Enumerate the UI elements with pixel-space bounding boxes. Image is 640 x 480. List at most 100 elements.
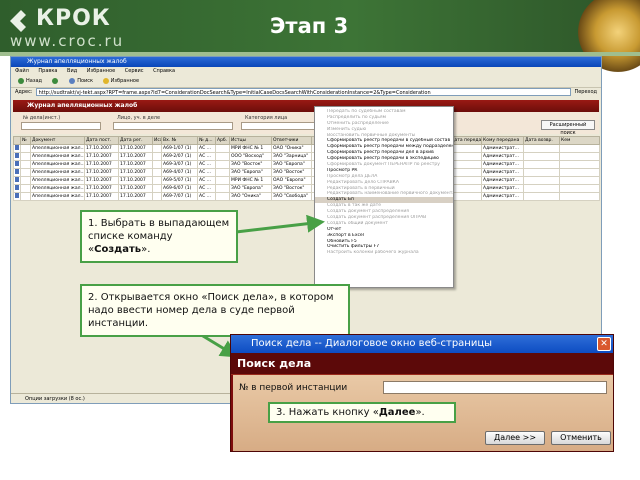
filter-case-input[interactable] <box>21 122 101 130</box>
table-cell <box>215 176 230 185</box>
row-doc-icon <box>13 192 21 201</box>
table-cell <box>20 160 31 169</box>
table-cell: Апелляционная жал... <box>30 184 85 193</box>
table-cell <box>523 192 560 201</box>
cancel-button[interactable]: Отменить <box>551 431 611 445</box>
menu-favorites[interactable]: Избранное <box>87 68 115 74</box>
column-header[interactable]: № д... <box>197 136 216 145</box>
table-cell: 17.10.2007 <box>84 192 119 201</box>
table-row[interactable]: Апелляционная жал... 17.10.2007 17.10.2007… <box>13 160 600 169</box>
row-doc-icon <box>13 184 21 193</box>
table-cell <box>152 184 162 193</box>
next-button[interactable]: Далее >> <box>485 431 545 445</box>
table-body: Апелляционная жал... 17.10.2007 17.10.2007… <box>13 144 600 201</box>
browser-titlebar: Журнал апелляционных жалоб <box>11 57 601 67</box>
search-case-dialog: Поиск дела -- Диалоговое окно веб-страни… <box>230 334 614 452</box>
table-cell: ОАО "Оника" <box>271 144 312 153</box>
table-cell: А69-3/07 (1) <box>161 160 198 169</box>
table-row[interactable]: Апелляционная жал... 17.10.2007 17.10.2007… <box>13 192 600 201</box>
column-header[interactable]: Дата пост. <box>84 136 119 145</box>
table-row[interactable]: Апелляционная жал... 17.10.2007 17.10.2007… <box>13 144 600 153</box>
table-cell: 17.10.2007 <box>84 144 119 153</box>
callout-3-bold: Далее <box>378 407 416 418</box>
table-cell: Администрат... <box>481 152 524 161</box>
filter-person-label: Лицо, уч. в деле <box>117 115 161 121</box>
table-cell: АС ... <box>197 160 216 169</box>
dialog-titlebar: Поиск дела -- Диалоговое окно веб-страни… <box>231 335 613 353</box>
table-cell: МРИ ФНС № 1 <box>229 144 272 153</box>
table-cell: Апелляционная жал... <box>30 168 85 177</box>
menu-edit[interactable]: Правка <box>38 68 57 74</box>
slide-title: Этап 3 <box>270 14 349 38</box>
table-cell <box>152 152 162 161</box>
table-row[interactable]: Апелляционная жал... 17.10.2007 17.10.2007… <box>13 152 600 161</box>
filter-category-label: Категория лица <box>245 115 288 121</box>
column-header[interactable] <box>13 136 21 145</box>
table-cell <box>449 184 482 193</box>
column-header[interactable]: Дата возвр. <box>523 136 560 145</box>
filter-category-input[interactable] <box>241 122 321 130</box>
first-instance-input[interactable] <box>383 381 607 394</box>
menu-view[interactable]: Вид <box>67 68 77 74</box>
column-header[interactable]: Дата рег. <box>118 136 153 145</box>
column-header[interactable]: Документ <box>30 136 85 145</box>
table-cell <box>20 152 31 161</box>
column-header[interactable]: № <box>20 136 31 145</box>
table-cell: А69-6/07 (1) <box>161 184 198 193</box>
column-header[interactable]: Дата передачи <box>449 136 482 145</box>
column-header[interactable]: Исх. <box>152 136 162 145</box>
column-header[interactable]: Арб. <box>215 136 230 145</box>
table-cell: А69-4/07 (1) <box>161 168 198 177</box>
back-button[interactable]: Назад <box>15 77 45 86</box>
table-cell <box>449 168 482 177</box>
menu-help[interactable]: Справка <box>153 68 175 74</box>
table-cell <box>523 176 560 185</box>
table-cell: ЗАО "Зарница" <box>271 152 312 161</box>
table-cell: АС ... <box>197 144 216 153</box>
column-header[interactable]: Вх. № <box>161 136 198 145</box>
table-row[interactable]: Апелляционная жал... 17.10.2007 17.10.2007… <box>13 168 600 177</box>
table-cell <box>20 168 31 177</box>
filter-panel: № дела(инст.) Лицо, уч. в деле Категория… <box>13 112 599 136</box>
table-row[interactable]: Апелляционная жал... 17.10.2007 17.10.2007… <box>13 176 600 185</box>
column-header[interactable]: Истцы <box>229 136 272 145</box>
close-icon[interactable]: ✕ <box>597 337 611 351</box>
table-cell: Апелляционная жал... <box>30 176 85 185</box>
address-input[interactable]: http://sudtrakt/vj-tekt.aspx?RPT=frame.a… <box>35 88 572 96</box>
table-cell: АС ... <box>197 152 216 161</box>
menu-file[interactable]: Файл <box>15 68 29 74</box>
table-row[interactable]: Апелляционная жал... 17.10.2007 17.10.2007… <box>13 184 600 193</box>
table-cell <box>215 192 230 201</box>
extended-search-button[interactable]: Расширенный поиск <box>541 120 595 136</box>
filter-person-input[interactable] <box>113 122 233 130</box>
table-cell <box>559 184 600 193</box>
go-button[interactable]: Переход <box>574 88 597 98</box>
table-cell <box>449 144 482 153</box>
context-menu-item: Настроить колонки рабочего журнала <box>327 250 419 256</box>
column-header[interactable]: Ответчики <box>271 136 312 145</box>
table-cell <box>559 160 600 169</box>
table-cell: Администрат... <box>481 184 524 193</box>
menu-tools[interactable]: Сервис <box>125 68 144 74</box>
table-header-row: № Документ Дата пост. Дата рег. Исх. Вх.… <box>13 136 600 145</box>
table-cell <box>20 192 31 201</box>
table-cell: 17.10.2007 <box>118 184 153 193</box>
table-cell: 17.10.2007 <box>84 176 119 185</box>
address-label: Адрес: <box>15 89 33 95</box>
slide-banner: КРОК www.croc.ru Этап 3 <box>0 0 640 72</box>
table-cell <box>559 192 600 201</box>
context-menu: Передать по судебным составам Распределит… <box>314 106 454 288</box>
journal-table: № Документ Дата пост. Дата рег. Исх. Вх.… <box>13 136 600 201</box>
callout-2-text: 2. Открывается окно «Поиск дела», в кото… <box>88 292 334 329</box>
forward-button[interactable] <box>49 77 63 86</box>
back-label: Назад <box>26 78 43 84</box>
favorites-button[interactable]: Избранное <box>100 77 142 86</box>
table-cell: АС ... <box>197 168 216 177</box>
table-cell: Апелляционная жал... <box>30 160 85 169</box>
table-cell: ЗАО "Восток" <box>271 184 312 193</box>
search-button[interactable]: Поиск <box>66 77 96 86</box>
column-header[interactable]: Кем <box>559 136 600 145</box>
column-header[interactable]: Кому передана <box>481 136 524 145</box>
table-cell <box>215 184 230 193</box>
table-cell: Администрат... <box>481 176 524 185</box>
